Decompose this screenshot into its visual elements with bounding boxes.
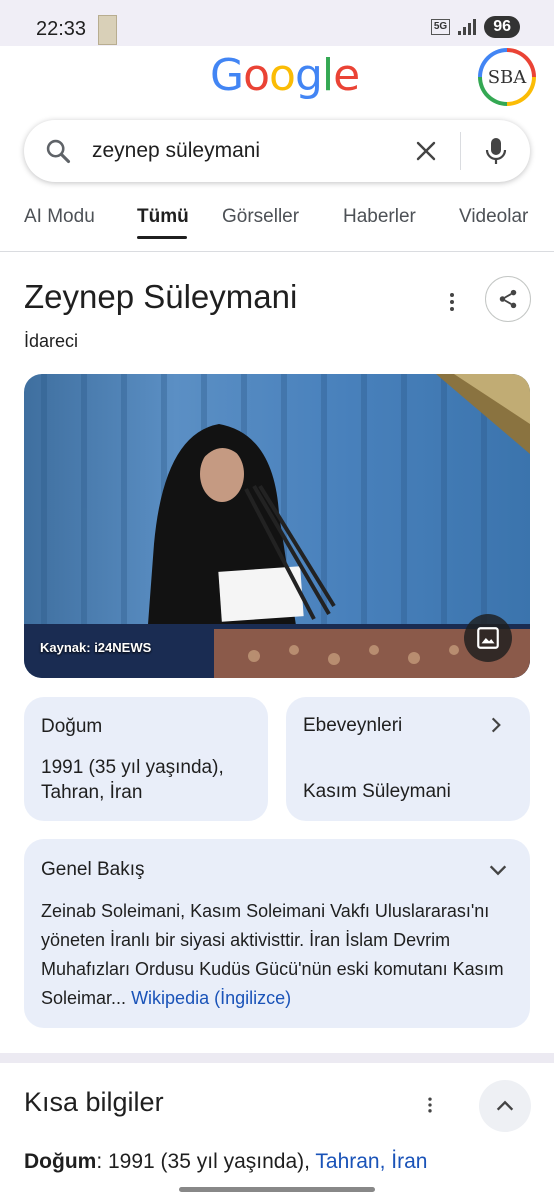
more-options-icon[interactable] (440, 290, 464, 314)
search-divider (460, 132, 461, 170)
tab-images[interactable]: Görseller (222, 206, 299, 228)
wikipedia-link[interactable]: Wikipedia (İngilizce) (131, 988, 291, 1008)
overview-text: Zeinab Soleimani, Kasım Soleimani Vakfı … (41, 897, 517, 1013)
active-tab-indicator (137, 236, 187, 239)
quick-facts-title: Kısa bilgiler (24, 1087, 164, 1117)
battery-icon: 96 (484, 16, 520, 38)
search-tabs: AI Modu Tümü Görseller Haberler Videolar (0, 204, 554, 252)
entity-subtitle: İdareci (24, 331, 79, 351)
fact-birth-link[interactable]: Tahran, İran (315, 1150, 427, 1173)
image-source-caption: Kaynak: i24NEWS (40, 640, 152, 655)
birth-card[interactable]: Doğum 1991 (35 yıl yaşında), Tahran, İra… (24, 697, 268, 821)
share-icon (499, 289, 517, 309)
tab-news[interactable]: Haberler (343, 206, 416, 228)
birth-value: 1991 (35 yıl yaşında), Tahran, İran (41, 755, 224, 805)
logo-letter: o (269, 50, 296, 101)
birth-value-line2: Tahran, İran (41, 782, 143, 803)
search-input[interactable]: zeynep süleymani (92, 139, 260, 163)
logo-letter: G (210, 50, 244, 101)
tabs-divider (0, 251, 554, 252)
tab-ai-mode[interactable]: AI Modu (24, 206, 95, 228)
chevron-right-icon (491, 717, 501, 733)
birth-label: Doğum (41, 716, 103, 737)
section-separator (0, 1053, 554, 1063)
microphone-icon[interactable] (484, 136, 508, 166)
status-bar: 22:33 5G 96 (0, 0, 554, 46)
logo-letter: o (243, 50, 270, 101)
status-indicators: 5G 96 (430, 16, 520, 38)
overview-ellipsis: ... (111, 988, 127, 1008)
tab-all[interactable]: Tümü (137, 206, 189, 228)
search-icon (46, 139, 71, 164)
network-type-icon: 5G (430, 19, 451, 35)
more-options-icon[interactable] (420, 1094, 440, 1116)
image-gallery-button[interactable] (464, 614, 512, 662)
account-avatar[interactable]: SBA (478, 48, 536, 106)
logo-letter: e (333, 50, 360, 101)
overview-label: Genel Bakış (41, 859, 145, 880)
tab-videos[interactable]: Videolar (459, 206, 528, 228)
fact-birth: Doğum: 1991 (35 yıl yaşında), Tahran, İr… (24, 1150, 427, 1174)
overview-card[interactable]: Genel Bakış Zeinab Soleimani, Kasım Sole… (24, 839, 530, 1028)
signal-icon (458, 19, 477, 35)
fact-birth-label: Doğum (24, 1150, 97, 1173)
collapse-button[interactable] (479, 1080, 531, 1132)
home-indicator[interactable] (179, 1187, 375, 1192)
status-time: 22:33 (36, 18, 87, 40)
logo-letter: l (321, 50, 334, 101)
image-icon (477, 627, 499, 649)
chevron-up-icon (496, 1100, 514, 1111)
avatar-text: SBA (482, 52, 532, 102)
entity-title: Zeynep Süleymani (24, 278, 298, 315)
photo-illustration (24, 374, 530, 678)
fact-birth-value: : 1991 (35 yıl yaşında), (96, 1150, 316, 1173)
logo-letter: g (294, 50, 323, 101)
entity-image[interactable]: Kaynak: i24NEWS (24, 374, 530, 678)
share-button[interactable] (485, 276, 531, 322)
birth-value-line1: 1991 (35 yıl yaşında), (41, 757, 224, 778)
parents-label: Ebeveynleri (303, 715, 403, 736)
chevron-down-icon[interactable] (487, 859, 509, 881)
parents-value: Kasım Süleymani (303, 781, 451, 802)
search-box[interactable]: zeynep süleymani (24, 120, 530, 182)
clear-icon[interactable] (414, 139, 438, 163)
notification-thumbnail-icon (98, 15, 117, 45)
parents-card[interactable]: Ebeveynleri Kasım Süleymani (286, 697, 530, 821)
google-logo[interactable]: Google (210, 50, 360, 101)
